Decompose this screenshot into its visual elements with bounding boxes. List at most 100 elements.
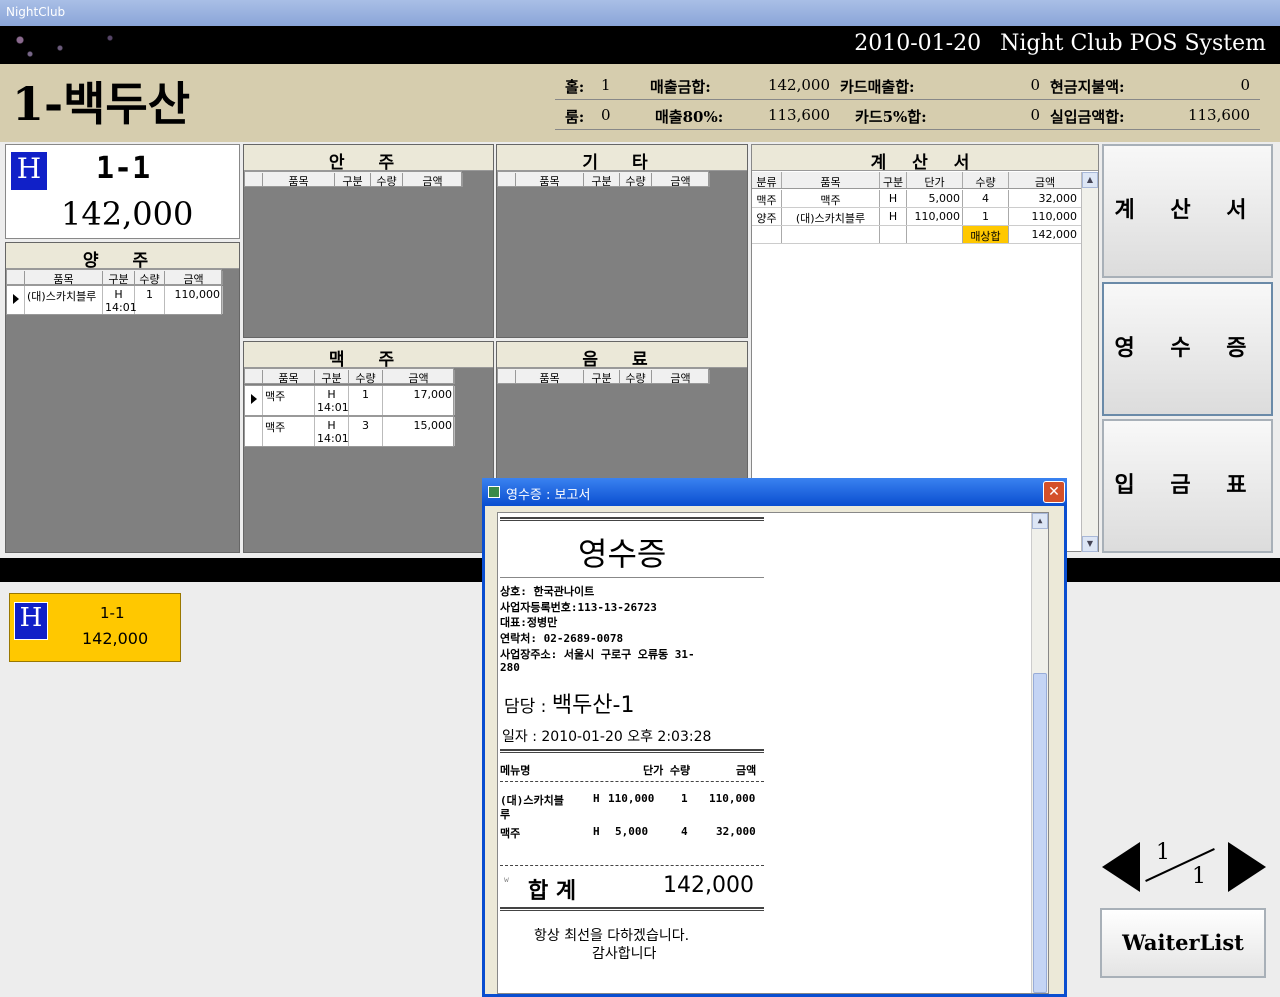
close-icon[interactable]: ✕ <box>1043 481 1065 503</box>
col-type: 구분 <box>880 172 907 189</box>
receipt-item-type: H <box>593 792 600 805</box>
receipt-address-2: 280 <box>500 661 520 674</box>
table-row[interactable]: (대)스카치블루 H 14:01 1 110,000 <box>6 285 223 315</box>
divider <box>500 577 764 578</box>
scroll-up-icon[interactable]: ▲ <box>1082 172 1098 188</box>
waiter-list-button[interactable]: WaiterList <box>1100 908 1266 978</box>
receipt-biz-no: 사업자등록번호:113-13-26723 <box>500 601 657 614</box>
hall-badge-icon: H <box>14 602 48 640</box>
receipt-dialog: 영수증 : 보고서 ✕ 영수증 상호: 한국관나이트 사업자등록번호:113-1… <box>482 478 1067 997</box>
receipt-paper: 영수증 상호: 한국관나이트 사업자등록번호:113-13-26723 대표:정… <box>497 512 1049 994</box>
row-type: H 14:01 <box>317 386 349 415</box>
receipt-item-name-2: 루 <box>500 808 511 821</box>
col-amount: 금액 <box>652 173 710 188</box>
receipt-total-label: 합 계 <box>528 879 577 904</box>
table-row[interactable]: 양주 (대)스카치블루 H 110,000 1 110,000 <box>752 208 1082 226</box>
hall-label: 홀: <box>565 78 585 96</box>
receipt-item-qty: 4 <box>681 825 688 838</box>
receipt-scrollbar[interactable]: ▲ <box>1031 513 1048 993</box>
row-type: H <box>880 208 907 225</box>
flower-decoration <box>0 26 200 64</box>
row-item: 맥주 <box>263 386 315 415</box>
arrow-left-icon[interactable] <box>1102 842 1140 892</box>
col-amount: 금액 <box>1009 172 1082 189</box>
col-amount: 금액 <box>652 370 710 385</box>
receipt-thanks-2: 감사합니다 <box>592 946 657 962</box>
table-row[interactable]: 맥주 H 14:01 1 17,000 <box>244 385 455 416</box>
etc-panel: 기 타 품목 구분 수량 금액 <box>496 144 748 338</box>
receipt-dialog-title: 영수증 : 보고서 <box>506 488 591 503</box>
bill-total-label: 매상합 <box>963 226 1009 243</box>
bill-grid-header: 분류 품목 구분 단가 수량 금액 <box>752 172 1082 189</box>
cash-out-value: 0 <box>1240 76 1250 94</box>
col-amount: 금액 <box>403 173 463 188</box>
row-category: 맥주 <box>752 190 782 207</box>
beer-panel-title: 맥 주 <box>244 342 493 370</box>
liquor-panel-title: 양 주 <box>6 243 239 271</box>
row-item: (대)스카치블루 <box>782 208 880 225</box>
pager-total: 1 <box>1192 864 1206 889</box>
scroll-up-icon[interactable]: ▲ <box>1032 513 1048 529</box>
header-bar: 2010-01-20 Night Club POS System <box>0 26 1280 64</box>
liquor-panel: 양 주 품목 구분 수량 금액 (대)스카치블루 H 14:01 1 110,00… <box>5 242 240 553</box>
current-table-box[interactable]: H 1-1 142,000 <box>5 144 240 239</box>
staff-value: 백두산-1 <box>551 693 635 718</box>
receipt-dialog-titlebar[interactable]: 영수증 : 보고서 ✕ <box>482 478 1067 506</box>
summary-row-1: 홀: 1 매출금합: 142,000 카드매출합: 0 현금지불액: 0 <box>555 72 1260 100</box>
table-row[interactable]: 맥주 H 14:01 3 15,000 <box>244 416 455 447</box>
row-qty: 1 <box>963 208 1009 225</box>
pager: 1 1 <box>1100 838 1266 898</box>
etc-panel-title: 기 타 <box>497 145 747 173</box>
receipt-button[interactable]: 영 수 증 <box>1102 282 1273 416</box>
divider <box>500 749 764 753</box>
table-card-1-1[interactable]: H 1-1 142,000 <box>9 593 181 662</box>
receipt-address-1: 사업장주소: 서울시 구로구 오류동 31- <box>500 648 695 661</box>
col-item: 품목 <box>25 271 103 286</box>
row-unit-price: 110,000 <box>907 208 963 225</box>
bill-scrollbar[interactable]: ▲ ▼ <box>1081 172 1098 552</box>
date-value: 2010-01-20 오후 2:03:28 <box>541 729 712 745</box>
receipt-heading: 영수증 <box>578 535 667 573</box>
receipt-item-amount: 32,000 <box>716 825 756 838</box>
col-amount: 금액 <box>736 764 757 777</box>
col-menu: 메뉴명 <box>500 764 531 777</box>
deposit-button[interactable]: 입 금 표 <box>1102 419 1273 553</box>
receipt-item-price: 110,000 <box>608 792 655 805</box>
snacks-panel-title: 안 주 <box>244 145 493 173</box>
col-item: 품목 <box>782 172 880 189</box>
row-amount: 110,000 <box>165 286 223 314</box>
col-amount: 금액 <box>383 370 455 385</box>
scroll-thumb[interactable] <box>1033 673 1047 993</box>
row-item: (대)스카치블루 <box>25 286 103 314</box>
window-title: NightClub <box>6 5 66 19</box>
snacks-panel: 안 주 품목 구분 수량 금액 <box>243 144 494 338</box>
scroll-down-icon[interactable]: ▼ <box>1082 536 1098 552</box>
receipt-item-amount: 110,000 <box>709 792 756 805</box>
card-sales-label: 카드매출합: <box>840 78 915 96</box>
beer-panel: 맥 주 품목 구분 수량 금액 맥주 H 14:01 1 17,000 맥주 H1… <box>243 341 494 553</box>
col-item: 품목 <box>263 173 335 188</box>
system-name: Night Club POS System <box>1000 31 1266 56</box>
col-type: 구분 <box>584 370 620 385</box>
table-row[interactable]: 맥주 맥주 H 5,000 4 32,000 <box>752 190 1082 208</box>
col-qty: 수량 <box>349 370 383 385</box>
current-table-name: 1-1 <box>96 151 151 186</box>
arrow-right-icon[interactable] <box>1228 842 1266 892</box>
sales-summary: 홀: 1 매출금합: 142,000 카드매출합: 0 현금지불액: 0 룸: … <box>555 72 1260 132</box>
row-pointer-icon <box>13 294 19 304</box>
staff-label: 담당 : <box>504 697 547 717</box>
pager-current: 1 <box>1156 840 1170 865</box>
row-type: H 14:01 <box>317 417 349 446</box>
room-label: 룸: <box>565 108 585 126</box>
bill-total-row: 매상합 142,000 <box>752 226 1082 244</box>
sales-total-value: 142,000 <box>767 76 830 94</box>
cash-out-label: 현금지불액: <box>1050 78 1125 96</box>
sales80-value: 113,600 <box>767 106 830 124</box>
row-qty: 1 <box>349 386 383 415</box>
actual-in-value: 113,600 <box>1187 106 1250 124</box>
divider <box>500 517 764 521</box>
bill-button[interactable]: 계 산 서 <box>1102 144 1273 278</box>
table-name: 1-백두산 <box>12 77 191 131</box>
row-amount: 17,000 <box>383 386 455 415</box>
drinks-panel-title: 음 료 <box>497 342 747 370</box>
